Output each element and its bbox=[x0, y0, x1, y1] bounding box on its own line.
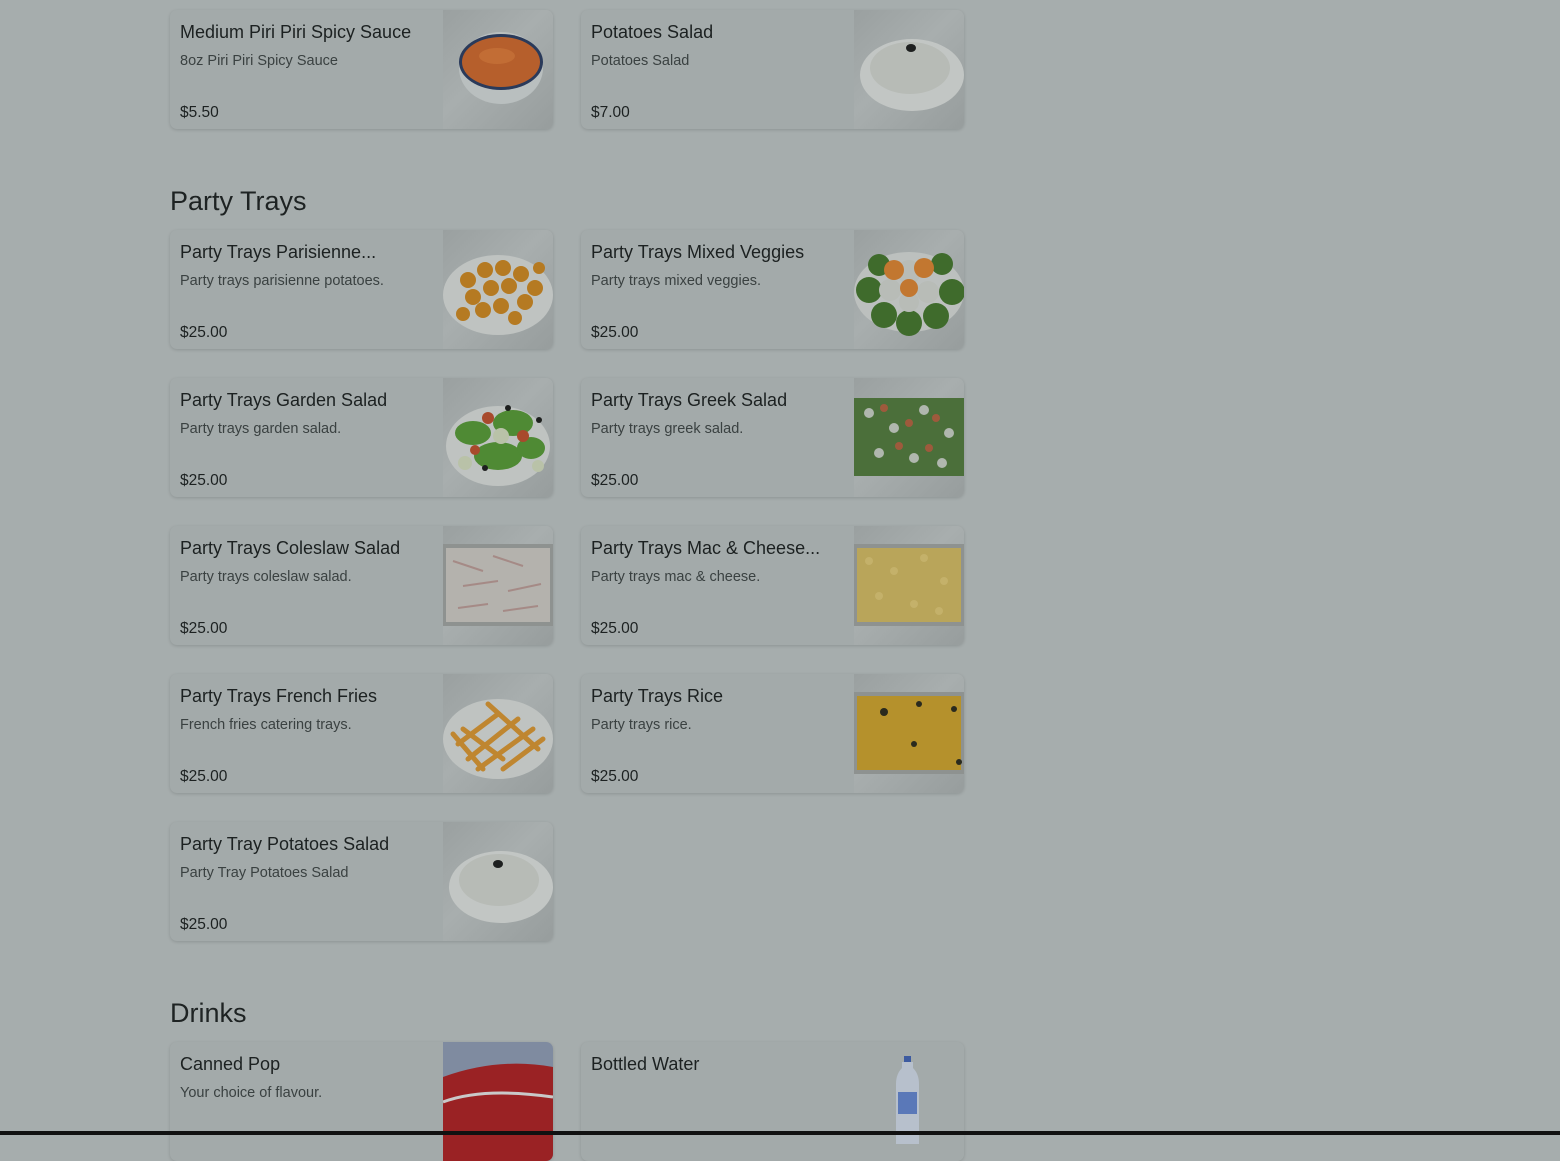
menu-item-description: Party Tray Potatoes Salad bbox=[180, 865, 349, 881]
menu-item-price: $5.50 bbox=[180, 104, 219, 121]
menu-item-name: Party Trays Mixed Veggies bbox=[591, 242, 805, 262]
menu-item-card[interactable]: Potatoes Salad Potatoes Salad $7.00 bbox=[581, 10, 964, 129]
garden-salad-image bbox=[443, 378, 553, 497]
menu-item-price: $7.00 bbox=[591, 104, 630, 121]
menu-item-name: Potatoes Salad bbox=[591, 22, 714, 42]
menu-item-info: Bottled Water bbox=[591, 1042, 844, 1161]
menu-item-info: Party Trays Mixed Veggies Party trays mi… bbox=[591, 230, 844, 349]
menu-item-card[interactable]: Party Trays French Fries French fries ca… bbox=[170, 674, 553, 793]
menu-item-description: Party trays mac & cheese. bbox=[591, 569, 761, 585]
menu-item-name: Party Trays French Fries bbox=[180, 686, 378, 706]
menu-item-name: Party Trays Rice bbox=[591, 686, 724, 706]
menu-item-description: Your choice of flavour. bbox=[180, 1085, 323, 1101]
rice-tray-image bbox=[854, 674, 964, 793]
parisienne-potatoes-image bbox=[443, 230, 553, 349]
menu-item-name: Party Tray Potatoes Salad bbox=[180, 834, 390, 854]
sauce-cup-image bbox=[443, 10, 553, 129]
menu-item-description: Party trays rice. bbox=[591, 717, 692, 733]
menu-item-info: Party Trays Rice Party trays rice. $25.0… bbox=[591, 674, 844, 793]
coleslaw-image bbox=[443, 526, 553, 645]
menu-item-name: Medium Piri Piri Spicy Sauce bbox=[180, 22, 412, 42]
menu-item-name: Party Trays Garden Salad bbox=[180, 390, 388, 410]
menu-item-card[interactable]: Medium Piri Piri Spicy Sauce 8oz Piri Pi… bbox=[170, 10, 553, 129]
menu-item-card[interactable]: Party Trays Parisienne... Party trays pa… bbox=[170, 230, 553, 349]
bottom-bar bbox=[0, 1131, 1560, 1135]
menu-item-info: Potatoes Salad Potatoes Salad $7.00 bbox=[591, 10, 844, 129]
menu-item-name: Party Trays Coleslaw Salad bbox=[180, 538, 401, 558]
menu-item-description: Party trays mixed veggies. bbox=[591, 273, 762, 289]
menu-item-info: Party Trays Parisienne... Party trays pa… bbox=[180, 230, 433, 349]
menu-item-price: $25.00 bbox=[180, 768, 228, 785]
menu-item-card[interactable]: Bottled Water bbox=[581, 1042, 964, 1161]
menu-item-price: $25.00 bbox=[180, 916, 228, 933]
menu-item-price: $25.00 bbox=[591, 620, 639, 637]
menu-item-price: $25.00 bbox=[180, 620, 228, 637]
menu-item-card[interactable]: Party Trays Mac & Cheese... Party trays … bbox=[581, 526, 964, 645]
menu-item-info: Party Trays French Fries French fries ca… bbox=[180, 674, 433, 793]
menu-item-name: Canned Pop bbox=[180, 1054, 281, 1074]
menu-item-description: Party trays greek salad. bbox=[591, 421, 744, 437]
menu-item-info: Party Trays Coleslaw Salad Party trays c… bbox=[180, 526, 433, 645]
menu-item-name: Party Trays Parisienne... bbox=[180, 242, 377, 262]
menu-item-price: $25.00 bbox=[591, 324, 639, 341]
french-fries-image bbox=[443, 674, 553, 793]
menu-item-description: Party trays garden salad. bbox=[180, 421, 342, 437]
menu-item-info: Canned Pop Your choice of flavour. bbox=[180, 1042, 433, 1161]
menu-item-name: Party Trays Mac & Cheese... bbox=[591, 538, 821, 558]
menu-item-info: Party Tray Potatoes Salad Party Tray Pot… bbox=[180, 822, 433, 941]
mac-cheese-image bbox=[854, 526, 964, 645]
menu-item-card[interactable]: Party Trays Mixed Veggies Party trays mi… bbox=[581, 230, 964, 349]
potato-salad-image bbox=[854, 10, 964, 129]
menu-item-card[interactable]: Party Trays Greek Salad Party trays gree… bbox=[581, 378, 964, 497]
mixed-veggies-image bbox=[854, 230, 964, 349]
menu-item-description: 8oz Piri Piri Spicy Sauce bbox=[180, 53, 338, 69]
menu-item-card[interactable]: Party Trays Garden Salad Party trays gar… bbox=[170, 378, 553, 497]
menu-item-name: Party Trays Greek Salad bbox=[591, 390, 788, 410]
menu-item-info: Medium Piri Piri Spicy Sauce 8oz Piri Pi… bbox=[180, 10, 433, 129]
menu-item-description: Potatoes Salad bbox=[591, 53, 690, 69]
menu-item-info: Party Trays Greek Salad Party trays gree… bbox=[591, 378, 844, 497]
menu-item-name: Bottled Water bbox=[591, 1054, 700, 1074]
menu-item-info: Party Trays Garden Salad Party trays gar… bbox=[180, 378, 433, 497]
menu-item-price: $25.00 bbox=[180, 324, 228, 341]
menu-item-price: $25.00 bbox=[591, 472, 639, 489]
water-bottle-image bbox=[854, 1042, 964, 1161]
section-title-party-trays: Party Trays bbox=[170, 186, 307, 216]
menu-item-card[interactable]: Party Tray Potatoes Salad Party Tray Pot… bbox=[170, 822, 553, 941]
coca-cola-can-image bbox=[442, 1042, 553, 1161]
menu-item-info: Party Trays Mac & Cheese... Party trays … bbox=[591, 526, 844, 645]
menu-item-description: Party trays coleslaw salad. bbox=[180, 569, 352, 585]
greek-salad-image bbox=[854, 378, 964, 497]
potato-salad-tray-image bbox=[443, 822, 553, 941]
menu-item-card[interactable]: Canned Pop Your choice of flavour. bbox=[170, 1042, 553, 1161]
menu-item-card[interactable]: Party Trays Rice Party trays rice. $25.0… bbox=[581, 674, 964, 793]
menu-item-description: Party trays parisienne potatoes. bbox=[180, 273, 384, 289]
menu-item-price: $25.00 bbox=[180, 472, 228, 489]
menu-item-price: $25.00 bbox=[591, 768, 639, 785]
section-title-drinks: Drinks bbox=[170, 998, 247, 1028]
menu-item-card[interactable]: Party Trays Coleslaw Salad Party trays c… bbox=[170, 526, 553, 645]
menu-item-description: French fries catering trays. bbox=[180, 717, 352, 733]
